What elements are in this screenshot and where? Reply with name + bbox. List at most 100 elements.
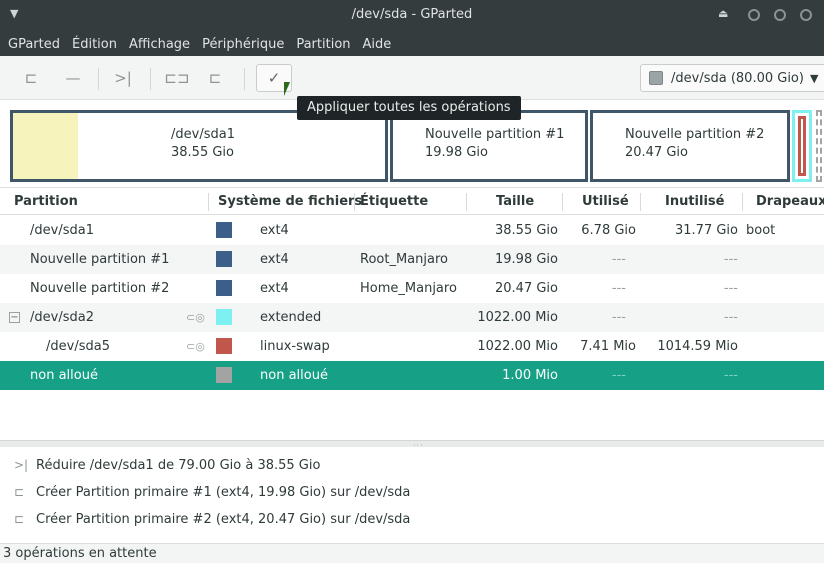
resize-icon: >| [14, 458, 29, 472]
copy-icon: ⊏⊐ [164, 69, 190, 87]
title-bar: ▼ /dev/sda - GParted ⏏ [0, 0, 824, 32]
partition-used: 6.78 Gio [581, 223, 636, 238]
pending-operations-list: >| Réduire /dev/sda1 de 79.00 Gio à 38.5… [0, 448, 824, 543]
table-row[interactable]: Nouvelle partition #1 ext4 Root_Manjaro … [0, 245, 824, 274]
menu-device[interactable]: Périphérique [202, 37, 284, 52]
column-separator [640, 193, 641, 211]
pane-splitter[interactable]: ··· [0, 440, 824, 450]
partition-size: 20.47 Gio [495, 281, 558, 296]
column-header-partition[interactable]: Partition [14, 194, 78, 209]
menu-partition[interactable]: Partition [296, 37, 350, 52]
copy-button[interactable]: ⊏⊐ [162, 64, 192, 92]
disk-map-partition-name: Nouvelle partition #1 [425, 127, 565, 142]
filesystem-type: linux-swap [260, 339, 330, 354]
filesystem-color-swatch [216, 251, 232, 267]
filesystem-type: non alloué [260, 368, 328, 383]
disk-map-partition-new2[interactable]: Nouvelle partition #2 20.47 Gio [590, 110, 790, 182]
filesystem-type: ext4 [260, 252, 289, 267]
minimize-button[interactable] [748, 9, 760, 21]
delete-partition-button[interactable]: — [58, 64, 88, 92]
filesystem-color-swatch [216, 222, 232, 238]
operation-text: Réduire /dev/sda1 de 79.00 Gio à 38.55 G… [36, 457, 321, 473]
disk-map-partition-sda1[interactable]: /dev/sda1 38.55 Gio [10, 110, 388, 182]
disk-map-partition-swap[interactable] [798, 116, 806, 176]
menu-edit[interactable]: Édition [72, 37, 117, 52]
close-button[interactable] [800, 9, 812, 21]
column-header-filesystem[interactable]: Système de fichiers [218, 194, 362, 209]
column-separator [208, 193, 209, 211]
partition-name: /dev/sda5 [46, 339, 110, 354]
disk-map-partition-name: /dev/sda1 [171, 127, 235, 142]
chevron-down-icon: ▼ [809, 71, 819, 85]
column-header-flags[interactable]: Drapeaux [756, 194, 824, 209]
device-selector[interactable]: /dev/sda (80.00 Gio) ▼ [640, 64, 824, 92]
partition-used: --- [611, 310, 626, 325]
disk-map-partition-new1[interactable]: Nouvelle partition #1 19.98 Gio [390, 110, 588, 182]
partition-unused: --- [723, 281, 738, 296]
partition-flags: boot [746, 223, 776, 238]
table-row[interactable]: /dev/sda5 ⊂◎ linux-swap 1022.00 Mio 7.41… [0, 332, 824, 361]
key-lock-icon: ⊂◎ [186, 340, 205, 353]
new-partition-icon: ⊏ [24, 69, 38, 87]
partition-size: 1022.00 Mio [477, 310, 558, 325]
disk-map-unallocated[interactable] [816, 110, 822, 182]
table-row[interactable]: − /dev/sda2 ⊂◎ extended 1022.00 Mio --- … [0, 303, 824, 332]
partition-name: non alloué [30, 368, 98, 383]
minus-icon: — [65, 69, 81, 87]
resize-move-button[interactable]: >| [108, 64, 138, 92]
menu-gparted[interactable]: GParted [8, 37, 60, 52]
partition-label: Home_Manjaro [360, 281, 457, 296]
collapse-expander-icon[interactable]: − [9, 312, 20, 323]
menu-help[interactable]: Aide [363, 37, 392, 52]
used-space-fill [13, 113, 79, 179]
new-partition-button[interactable]: ⊏ [16, 64, 46, 92]
column-header-used[interactable]: Utilisé [582, 194, 629, 209]
filesystem-type: extended [260, 310, 322, 325]
partition-name: /dev/sda1 [30, 223, 94, 238]
disk-map-partition-size: 19.98 Gio [425, 145, 488, 160]
column-header-size[interactable]: Taille [496, 194, 534, 209]
key-lock-icon: ⊂◎ [186, 311, 205, 324]
disk-map-partition-name: Nouvelle partition #2 [625, 127, 765, 142]
menu-bar: GParted Édition Affichage Périphérique P… [0, 32, 824, 56]
partition-name: /dev/sda2 [30, 310, 94, 325]
partition-label: Root_Manjaro [360, 252, 448, 267]
filesystem-color-swatch [216, 338, 232, 354]
disk-icon [649, 71, 663, 85]
partition-size: 38.55 Gio [495, 223, 558, 238]
new-partition-icon: ⊏ [14, 512, 25, 526]
table-row[interactable]: /dev/sda1 ext4 38.55 Gio 6.78 Gio 31.77 … [0, 216, 824, 245]
maximize-button[interactable] [774, 9, 786, 21]
disk-map-partition-size: 20.47 Gio [625, 145, 688, 160]
column-header-unused[interactable]: Inutilisé [665, 194, 724, 209]
table-row-selected[interactable]: non alloué non alloué 1.00 Mio --- --- [0, 361, 824, 390]
checkmark-icon: ✓ [267, 69, 281, 87]
paste-button[interactable]: ⊏ [200, 64, 230, 92]
partition-unused: --- [723, 310, 738, 325]
paste-icon: ⊏ [208, 69, 222, 87]
column-header-label[interactable]: Étiquette [360, 194, 428, 209]
partition-unused: --- [723, 252, 738, 267]
eject-icon[interactable]: ⏏ [718, 7, 728, 20]
partition-size: 1022.00 Mio [477, 339, 558, 354]
list-item[interactable]: >| Réduire /dev/sda1 de 79.00 Gio à 38.5… [14, 452, 320, 478]
filesystem-type: ext4 [260, 223, 289, 238]
partition-size: 1.00 Mio [502, 368, 558, 383]
table-row[interactable]: Nouvelle partition #2 ext4 Home_Manjaro … [0, 274, 824, 303]
column-separator [466, 193, 467, 211]
partition-unused: --- [723, 368, 738, 383]
partition-used: 7.41 Mio [580, 339, 636, 354]
disk-map-partition-extended[interactable] [792, 110, 812, 182]
toolbar-separator [98, 68, 99, 90]
partition-used: --- [611, 368, 626, 383]
list-item[interactable]: ⊏ Créer Partition primaire #1 (ext4, 19.… [14, 479, 410, 505]
partition-name: Nouvelle partition #1 [30, 252, 170, 267]
operation-text: Créer Partition primaire #1 (ext4, 19.98… [36, 484, 411, 500]
list-item[interactable]: ⊏ Créer Partition primaire #2 (ext4, 20.… [14, 506, 410, 532]
menu-view[interactable]: Affichage [129, 37, 190, 52]
partition-unused: 31.77 Gio [675, 223, 738, 238]
partition-table-header: Partition Système de fichiers Étiquette … [0, 189, 824, 215]
column-separator [562, 193, 563, 211]
toolbar-separator [244, 68, 245, 90]
status-bar: 3 opérations en attente [0, 543, 824, 563]
